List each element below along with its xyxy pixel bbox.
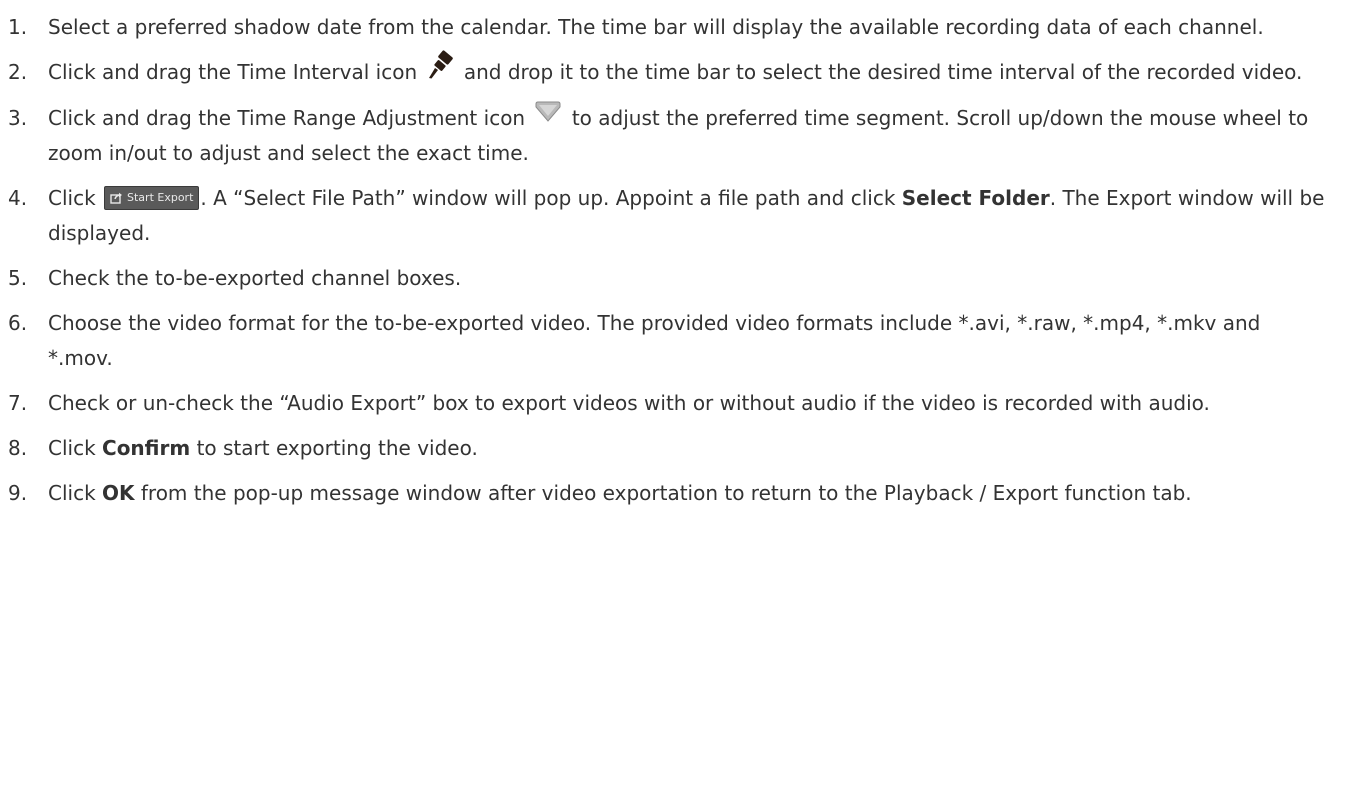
step-text-before: Click and drag the Time Interval icon [48,60,418,84]
step-text-after: from the pop-up message window after vid… [140,481,1192,505]
step-text-before: Click and drag the Time Range Adjustment… [48,106,526,130]
time-interval-pin-icon [425,50,455,91]
step-text-bold: Select Folder [901,186,1050,210]
step-text: Click Start Export . A “Select File Path”… [48,181,1325,251]
step-text-bold: Confirm [102,436,191,460]
step-number: 9. [8,481,28,505]
time-range-adjustment-icon [533,99,563,134]
step-6: 6. Choose the video format for the to-be… [8,306,1325,376]
step-text-before: Click [48,186,96,210]
step-1: 1. Select a preferred shadow date from t… [8,10,1325,45]
step-number: 4. [8,186,28,210]
step-number: 1. [8,15,28,39]
step-number: 2. [8,60,28,84]
step-8: 8. Click Confirm to start exporting the … [8,431,1325,466]
step-number: 6. [8,311,28,335]
step-3: 3. Click and drag the Time Range Adjustm… [8,101,1325,171]
step-text-before: Click [48,481,96,505]
instruction-list: 1. Select a preferred shadow date from t… [0,0,1365,511]
step-text: Choose the video format for the to-be-ex… [48,311,1261,370]
step-text: Click Confirm to start exporting the vid… [48,431,1325,466]
step-text: Select a preferred shadow date from the … [48,15,1264,39]
step-number: 3. [8,106,28,130]
step-5: 5. Check the to-be-exported channel boxe… [8,261,1325,296]
export-icon [110,192,123,204]
step-text: Click OK from the pop-up message window … [48,476,1325,511]
step-4: 4. Click Start Export . A “Select File Pa… [8,181,1325,251]
step-text: Check or un-check the “Audio Export” box… [48,391,1210,415]
start-export-button[interactable]: Start Export [104,185,200,210]
step-text: Click and drag the Time Range Adjustment… [48,101,1325,171]
step-number: 5. [8,266,28,290]
step-number: 8. [8,436,28,460]
step-text: Check the to-be-exported channel boxes. [48,266,462,290]
step-text: Click and drag the Time Interval icon an… [48,50,1325,91]
step-text-after: and drop it to the time bar to select th… [463,60,1303,84]
step-7: 7. Check or un-check the “Audio Export” … [8,386,1325,421]
step-2: 2. Click and drag the Time Interval icon… [8,50,1325,91]
step-9: 9. Click OK from the pop-up message wind… [8,476,1325,511]
step-text-before: Click [48,436,96,460]
step-text-after: to start exporting the video. [196,436,478,460]
step-text-middle: . A “Select File Path” window will pop u… [200,186,896,210]
step-number: 7. [8,391,28,415]
step-text-bold: OK [102,481,135,505]
start-export-label: Start Export [127,190,194,204]
